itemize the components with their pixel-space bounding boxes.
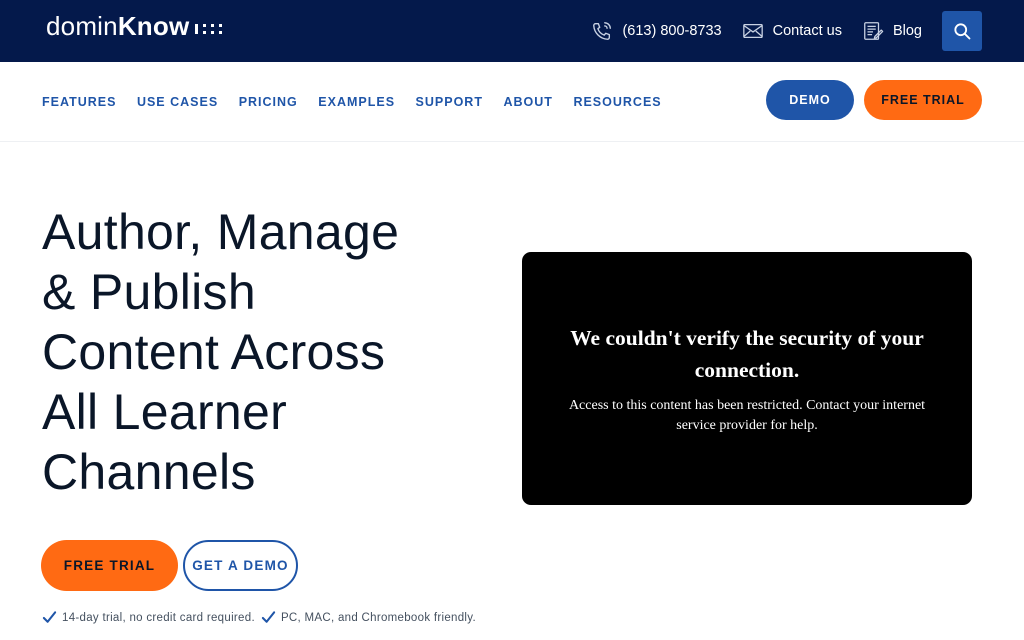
top-bar: domin Know (613) 800-8733 Contact us Blo… <box>0 0 1024 62</box>
search-button[interactable] <box>942 11 982 51</box>
nav-menu: FEATURES USE CASES PRICING EXAMPLES SUPP… <box>42 62 682 142</box>
contact-link[interactable]: Contact us <box>742 20 842 42</box>
phone-number: (613) 800-8733 <box>622 23 722 39</box>
hero-title-line: Content Across <box>42 324 386 380</box>
checkmark-icon <box>42 611 57 623</box>
error-title: We couldn't verify the security of your … <box>570 325 924 382</box>
check-item: 14-day trial, no credit card required. <box>42 610 255 625</box>
nav-item-resources[interactable]: RESOURCES <box>573 95 661 109</box>
search-icon <box>954 23 971 40</box>
hero-title-line: All Learner <box>42 384 288 440</box>
phone-link[interactable]: (613) 800-8733 <box>591 20 722 42</box>
feature-checks: 14-day trial, no credit card required. P… <box>42 610 482 625</box>
nav-item-features[interactable]: FEATURES <box>42 95 116 109</box>
top-links: (613) 800-8733 Contact us Blog <box>571 11 982 51</box>
checkmark-icon <box>261 611 276 623</box>
hero-title-line: Author, Manage <box>42 204 400 260</box>
nav-free-trial-button[interactable]: FREE TRIAL <box>864 80 982 120</box>
logo-text-light: domin <box>46 11 118 41</box>
check-item: PC, MAC, and Chromebook friendly. <box>261 610 476 625</box>
logo-text-bold: Know <box>117 11 190 41</box>
nav-item-about[interactable]: ABOUT <box>503 95 552 109</box>
hero-get-demo-button[interactable]: GET A DEMO <box>183 540 298 591</box>
nav-demo-button[interactable]: DEMO <box>766 80 854 120</box>
nav-item-pricing[interactable]: PRICING <box>239 95 298 109</box>
nav-item-use-cases[interactable]: USE CASES <box>137 95 218 109</box>
envelope-icon <box>742 20 764 42</box>
contact-label: Contact us <box>772 23 842 39</box>
nav-item-examples[interactable]: EXAMPLES <box>318 95 395 109</box>
blog-link[interactable]: Blog <box>862 20 922 42</box>
hero-title-line: & Publish <box>42 264 256 320</box>
video-embed-error: We couldn't verify the security of your … <box>522 252 972 505</box>
logo-dots-icon <box>195 23 223 34</box>
blog-icon <box>862 20 884 42</box>
hero-free-trial-button[interactable]: FREE TRIAL <box>41 540 178 591</box>
hero-title-line: Channels <box>42 444 256 500</box>
main-nav: FEATURES USE CASES PRICING EXAMPLES SUPP… <box>0 62 1024 142</box>
dominknow-logo[interactable]: domin Know <box>46 11 223 42</box>
blog-label: Blog <box>892 23 922 39</box>
check-text: PC, MAC, and Chromebook friendly. <box>280 611 476 624</box>
error-message: Access to this content has been restrict… <box>568 397 926 433</box>
nav-item-support[interactable]: SUPPORT <box>416 95 483 109</box>
phone-icon <box>591 20 613 42</box>
check-text: 14-day trial, no credit card required. <box>62 611 255 624</box>
hero-title: Author, Manage & Publish Content Across … <box>42 202 482 502</box>
